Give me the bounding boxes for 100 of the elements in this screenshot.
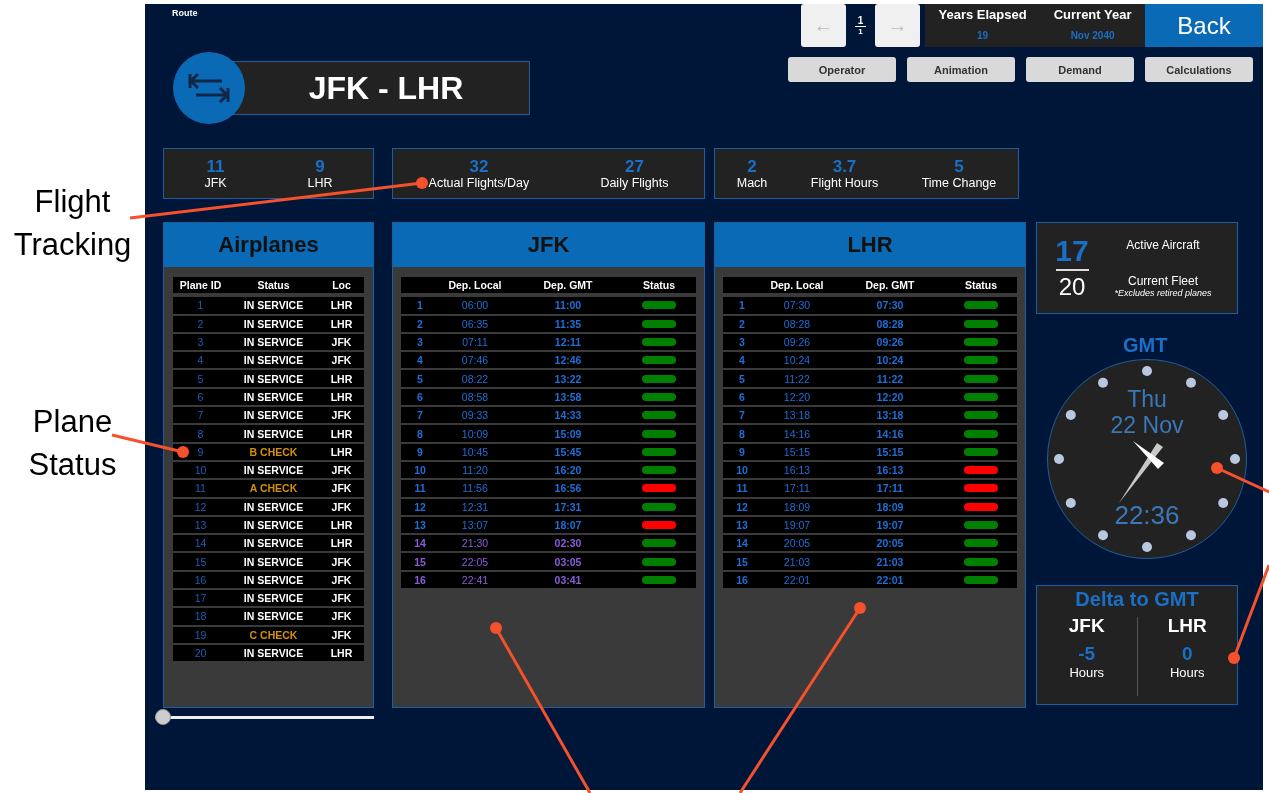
clock-date: 22 Nov [1110,412,1184,438]
route-title: JFK - LHR [230,61,530,115]
fleet-count: 20 [1058,273,1086,301]
stat-value: 2 [747,157,757,176]
table-cell-text: IN SERVICE [242,464,305,477]
table-cell-text: 15:15 [875,445,905,458]
table-cell-text: 13 [193,519,208,531]
panel-title: Airplanes [164,223,373,267]
table-cell-text: 08:58 [460,390,490,403]
page-total: 1 [855,25,866,37]
fleet-label: Current Fleet [1128,274,1198,288]
leader-line [1211,462,1269,494]
route-arrows-icon [173,52,245,124]
table-cell-text: 09:26 [875,336,905,349]
clock-time: 22:36 [1114,500,1180,531]
table-cell-text: 2 [416,317,424,330]
column-header: Status [256,279,291,292]
hour-hand [1133,441,1164,469]
table-cell-text: JFK [330,555,353,568]
table-cell-text: 7 [738,409,746,422]
table-cell-text: IN SERVICE [242,573,305,586]
table-cell-text: 19 [193,628,208,641]
table-cell-text: 08:28 [782,317,812,330]
table-cell-text: 3 [196,336,205,349]
table-cell-text: IN SERVICE [242,555,305,568]
table-cell-text: 6 [196,390,205,403]
delta-value: -5 [1078,643,1096,665]
table-cell-text: 8 [196,427,205,440]
table-cell-text: JFK [330,573,353,586]
table-cell-text: 11 [194,482,207,495]
stat-label: Actual Flights/Day [428,175,530,190]
back-button[interactable]: Back [1145,4,1263,47]
table-cell-text: 15 [193,555,208,568]
table-cell-text: 13:18 [875,409,905,422]
table-cell-text: 11:22 [875,372,905,385]
table-cell-text: 14 [735,537,749,550]
table-cell-text: 22:01 [875,573,905,586]
table-cell-text: 9 [416,445,424,458]
table-cell-text: 16 [735,573,749,586]
table-cell-text: LHR [329,372,354,385]
delta-title: Delta to GMT [1075,588,1199,611]
delta-unit: Hours [1069,665,1105,680]
table-cell-text: IN SERVICE [242,390,305,403]
column-header: Status [641,279,677,292]
table-cell-text: IN SERVICE [242,427,305,440]
table-cell-text: 10:45 [460,445,490,458]
stat-label: Daily Flights [600,175,669,190]
table-cell-text: 15 [735,555,749,568]
nav-button[interactable]: Calculations [1145,57,1253,82]
table-cell-text: 20 [193,647,208,660]
nav-button[interactable]: Operator [788,57,896,82]
page-number: 1 [857,14,864,26]
table-cell-text: 09:26 [782,336,812,349]
column-header: Dep. Local [769,279,825,292]
table-cell-text: 17:31 [553,500,583,513]
slider-thumb[interactable] [155,709,171,725]
fleet-note: *Excludes retired planes [1114,288,1212,298]
column-header: Loc [331,279,352,292]
table-cell-text: 10 [193,464,208,477]
panel-title: LHR [715,223,1025,267]
table-cell-text: LHR [329,519,354,531]
table-cell-text: 09:33 [460,409,490,422]
table-cell-text: 17:11 [875,482,905,495]
fleet-label: Active Aircraft [1126,238,1200,252]
table-cell-text: LHR [329,647,354,660]
table-cell-text: 08:28 [875,317,905,330]
delta-value: 0 [1181,643,1193,665]
summary-value: 19 [977,30,989,41]
table-cell-text: 11:20 [461,464,489,477]
table-cell-text: 06:00 [460,299,490,312]
table-cell-text: 3 [738,336,746,349]
table-cell-text: 11 [735,482,749,495]
table-cell-text: 14 [193,537,208,550]
table-cell-text: 03:41 [553,573,583,586]
clock-day: Thu [1127,386,1167,412]
table-cell-text: 12:20 [782,390,812,403]
table-cell-text: 16 [193,573,208,586]
table-cell-text: 14:16 [875,427,905,440]
summary-label: Years Elapsed [938,7,1027,22]
table-cell-text: IN SERVICE [242,519,305,531]
table-cell-text: IN SERVICE [242,610,305,623]
nav-button[interactable]: Animation [907,57,1015,82]
table-cell-text: 4 [416,354,424,367]
annotation-label: Flight Tracking [12,183,133,264]
stat-value: 32 [469,157,489,176]
table-cell-text: 22:01 [782,573,812,586]
table-cell-text: JFK [330,354,353,367]
column-header: Status [963,279,999,292]
table-cell-text: IN SERVICE [242,537,305,550]
nav-button[interactable]: Demand [1026,57,1134,82]
table-cell-text: 13 [735,519,749,531]
table-cell-text: 15:09 [553,427,583,440]
table-cell-text: 21:03 [782,555,812,568]
table-cell-text: 12:20 [875,390,905,403]
table-cell-text: JFK [330,628,353,641]
table-cell-text: 02:30 [553,537,583,550]
table-cell-text: 10:09 [460,427,490,440]
panel-title: JFK [393,223,704,267]
table-cell-text: 3 [416,336,424,349]
table-cell-text: 12:11 [553,336,583,349]
